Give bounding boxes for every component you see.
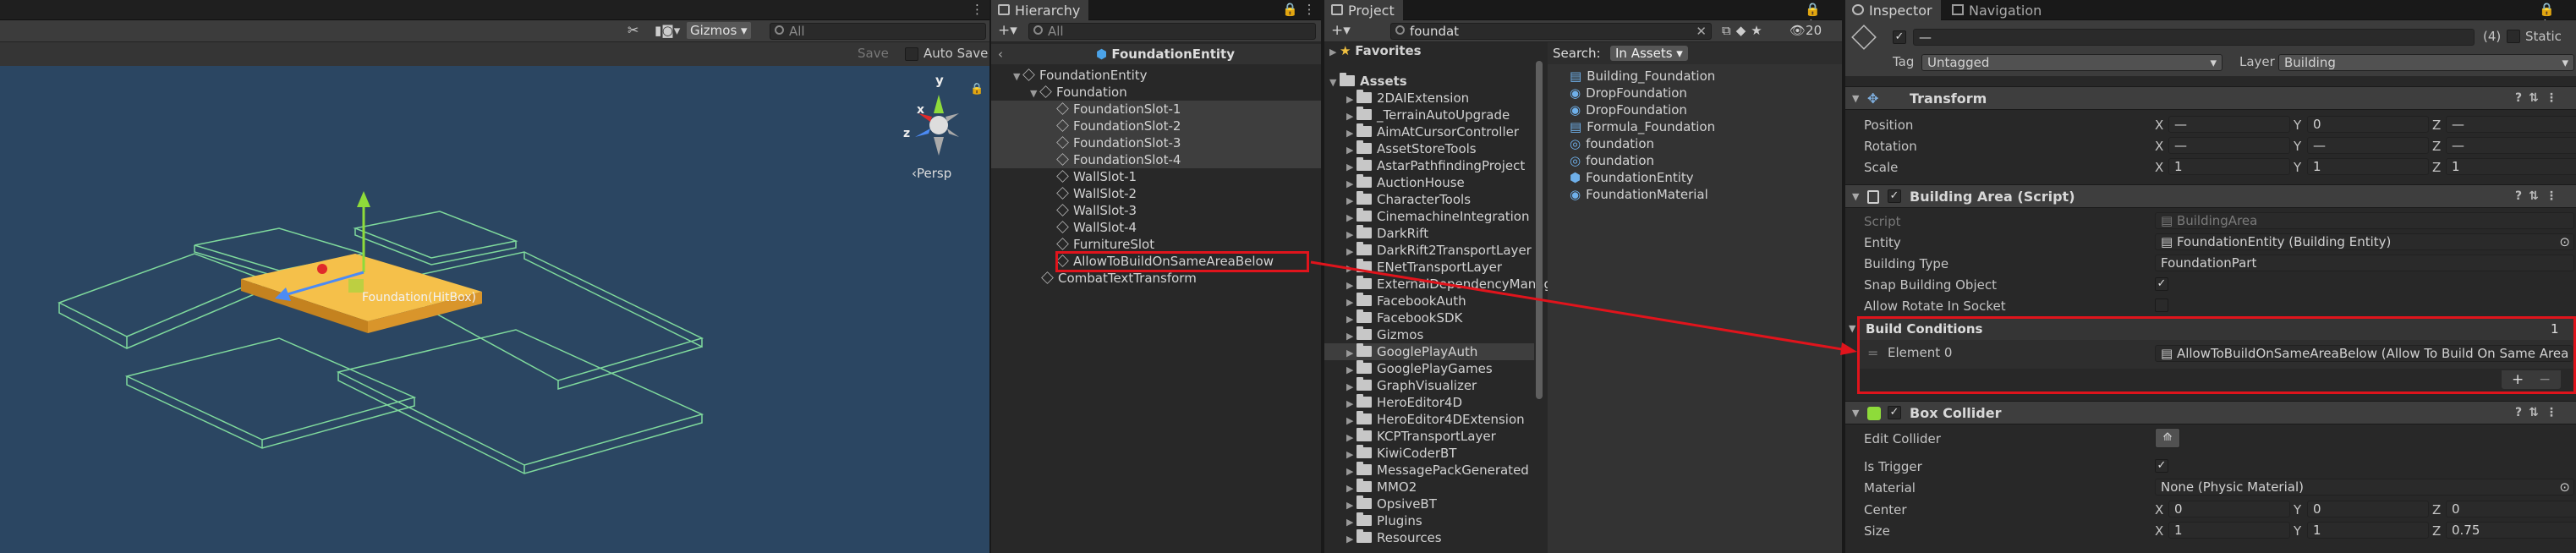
arrow-line [1310,260,1853,353]
annotation-arrows [1310,260,1857,355]
arrowhead-icon [1840,342,1857,355]
